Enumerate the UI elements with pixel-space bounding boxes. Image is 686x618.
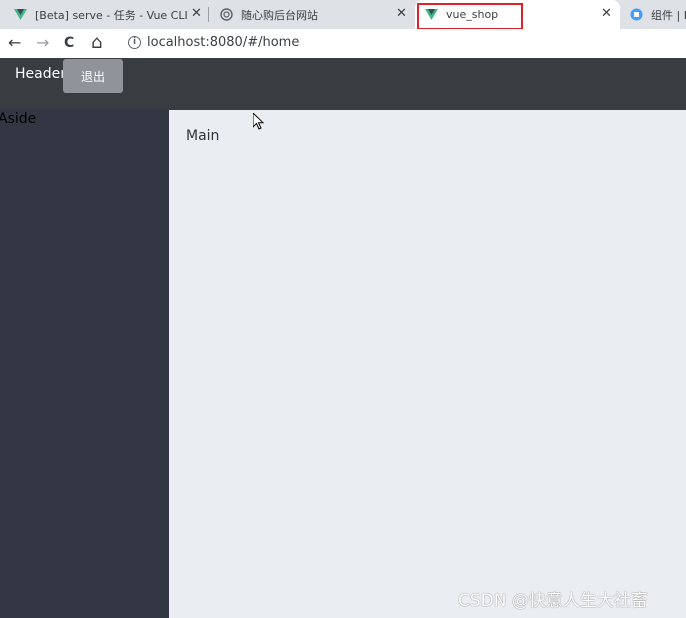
element-logo-icon xyxy=(630,8,643,21)
close-tab-icon[interactable]: ✕ xyxy=(601,6,612,21)
aside-label: Aside xyxy=(0,111,37,127)
info-icon[interactable]: i xyxy=(128,36,141,49)
main-label: Main xyxy=(186,128,220,144)
app-header: Header 退出 xyxy=(0,58,686,110)
vue-logo-icon xyxy=(14,8,27,21)
app-aside: Aside xyxy=(0,110,169,618)
tab-separator xyxy=(208,7,209,22)
logout-button[interactable]: 退出 xyxy=(63,59,123,93)
browser-tab-strip: [Beta] serve - 任务 - Vue CLI ✕ 随心购后台网站 ✕ … xyxy=(0,0,686,29)
header-label: Header xyxy=(15,66,66,82)
app-main: Main xyxy=(169,110,686,618)
tab-title: 随心购后台网站 xyxy=(241,8,318,22)
back-arrow-icon[interactable]: ← xyxy=(8,33,21,53)
tab-vue-cli[interactable]: [Beta] serve - 任务 - Vue CLI ✕ xyxy=(0,0,207,29)
close-tab-icon[interactable]: ✕ xyxy=(191,6,202,21)
forward-arrow-icon[interactable]: → xyxy=(36,33,49,53)
highlight-box xyxy=(417,3,523,30)
address-bar[interactable]: localhost:8080/#/home xyxy=(147,35,299,50)
home-icon[interactable]: ⌂ xyxy=(91,33,102,53)
browser-toolbar: ← → C ⌂ i localhost:8080/#/home xyxy=(0,29,686,58)
tab-shop-admin[interactable]: 随心购后台网站 ✕ xyxy=(210,0,415,29)
mouse-cursor-icon xyxy=(252,111,265,134)
watermark: CSDN @快意人生大社畜 xyxy=(458,591,648,611)
tab-title: 组件 | El xyxy=(651,8,686,22)
tab-element-ui[interactable]: 组件 | El xyxy=(622,0,686,29)
globe-icon xyxy=(220,8,233,21)
reload-icon[interactable]: C xyxy=(64,33,74,53)
tab-title: [Beta] serve - 任务 - Vue CLI xyxy=(35,8,188,22)
close-tab-icon[interactable]: ✕ xyxy=(396,6,407,21)
